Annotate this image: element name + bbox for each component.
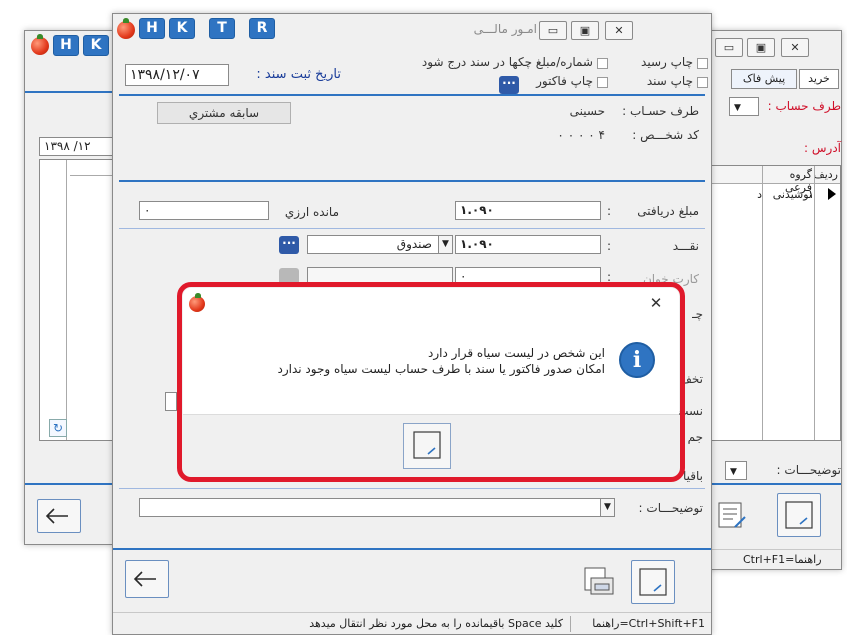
right-grid-row-group: نوشیدنی <box>772 188 812 201</box>
right-tab-purchase[interactable]: خرید <box>799 69 839 89</box>
separator-2 <box>119 180 705 182</box>
back-button[interactable] <box>125 560 169 598</box>
main-window-titlebar: H K T R امـور مالـــی ▭ ▣ ✕ <box>113 14 711 46</box>
separator-5 <box>113 548 711 550</box>
currency-remaining-field[interactable]: ۰ <box>139 201 269 220</box>
dialog-body: i این شخص در لیست سیاه قرار دارد امکان ص… <box>183 318 679 414</box>
left-back-button[interactable] <box>37 499 81 533</box>
back-arrow-icon <box>133 571 156 587</box>
main-close-button[interactable]: ✕ <box>605 21 633 40</box>
right-notes-combo[interactable]: ▼ <box>725 461 747 480</box>
print-receipt-checkbox[interactable] <box>697 58 708 69</box>
separator-1 <box>119 94 705 96</box>
right-window: ▭ ▣ ✕ خرید پیش فاک طرف حساب : ▼ آدرس : ر… <box>694 30 842 570</box>
customer-history-button[interactable]: سابقه مشتري <box>157 102 291 124</box>
dialog-titlebar: ✕ <box>183 288 679 318</box>
back-arrow-icon <box>45 508 68 524</box>
refresh-icon[interactable]: ↻ <box>49 419 67 437</box>
record-checks-label: شماره/مبلغ چکها در سند درج شود <box>421 55 593 69</box>
separator-3 <box>119 228 705 229</box>
app-logo-icon <box>31 34 49 55</box>
person-code-label: کد شخـــص : <box>632 128 699 142</box>
right-grid-row-extra: د <box>757 188 762 201</box>
right-minimize-button[interactable]: ▭ <box>715 38 743 57</box>
right-edit-icon[interactable] <box>713 497 751 535</box>
account-label: طرف حسـاب : <box>622 104 699 118</box>
left-k-button[interactable]: K <box>83 35 109 56</box>
right-notes-label: توضیحـــات : <box>776 463 841 477</box>
chevron-down-icon: ▼ <box>600 499 614 516</box>
main-h-button[interactable]: H <box>139 18 165 39</box>
dialog-footer <box>183 414 679 476</box>
date-field[interactable]: ۱۳۹۸/۱۲/۰۷ <box>125 64 229 86</box>
right-close-button[interactable]: ✕ <box>781 38 809 57</box>
right-address-label: آدرس : <box>804 141 841 155</box>
cash-box-options-button[interactable]: ··· <box>279 236 299 254</box>
print-invoice-label: چاپ فاکتور <box>536 74 593 88</box>
message-dialog: ✕ i این شخص در لیست سیاه قرار دارد امکان… <box>183 288 679 476</box>
printer-icon <box>584 567 614 595</box>
currency-remaining-label: مانده ارزي <box>284 205 339 219</box>
dialog-close-button[interactable]: ✕ <box>645 293 667 313</box>
person-code-value: ۴ ۰ ۰ ۰ ۰ <box>557 128 605 142</box>
right-grid-vline2 <box>762 166 763 440</box>
cash-label: نقـــد <box>672 239 699 253</box>
received-amount-label: مبلغ دریافتی <box>637 204 699 218</box>
app-logo-icon <box>117 18 135 39</box>
chevron-down-icon: ▼ <box>438 236 452 253</box>
left-grid-vline <box>66 160 67 440</box>
main-minimize-button[interactable]: ▭ <box>539 21 567 40</box>
right-confirm-button[interactable] <box>777 493 821 537</box>
right-status-bar: Ctrl+F1=راهنما <box>695 549 841 569</box>
notes-combo[interactable]: ▼ <box>139 498 615 517</box>
date-label: تاریخ ثبت سند : <box>256 67 341 82</box>
right-account-combo[interactable]: ▼ <box>729 97 759 116</box>
confirm-button[interactable] <box>631 560 675 604</box>
print-button[interactable] <box>579 560 619 600</box>
received-amount-colon: : <box>607 204 612 218</box>
main-status-bar: راهنما=Ctrl+Shift+F1 کلید Space باقیماند… <box>113 612 711 634</box>
right-grid-col-row: ردیف <box>813 168 838 181</box>
row-pointer-icon <box>828 188 836 200</box>
cash-box-value: صندوق <box>396 237 432 251</box>
main-window-title: امـور مالـــی <box>473 22 537 36</box>
right-tab-preinvoice[interactable]: پیش فاک <box>731 69 797 89</box>
right-grid-vline1 <box>814 166 815 440</box>
status-help-text: راهنما=Ctrl+Shift+F1 <box>592 617 705 630</box>
right-maximize-button[interactable]: ▣ <box>747 38 775 57</box>
status-hint-text: کلید Space باقیمانده را به محل مورد نظر … <box>309 617 563 630</box>
discount-partial-field[interactable] <box>165 392 177 411</box>
info-icon: i <box>619 342 655 378</box>
print-doc-label: چاپ سند <box>646 74 693 88</box>
account-value: حسینی <box>569 104 605 118</box>
dialog-ok-button[interactable] <box>403 423 451 469</box>
print-invoice-checkbox[interactable] <box>597 77 608 88</box>
status-divider <box>570 616 571 632</box>
invoice-options-button[interactable]: ··· <box>499 76 519 94</box>
received-amount-field[interactable]: ۱.۰۹۰ <box>455 201 601 220</box>
left-h-button[interactable]: H <box>53 35 79 56</box>
cash-colon: : <box>607 239 612 253</box>
confirm-check-icon <box>639 568 667 596</box>
right-grid: ردیف گروه فرعی ۱ نوشیدنی د <box>707 165 841 441</box>
main-k-button[interactable]: K <box>169 18 195 39</box>
confirm-check-icon <box>413 431 441 459</box>
record-checks-checkbox[interactable] <box>597 58 608 69</box>
main-t-button[interactable]: T <box>209 18 235 39</box>
app-logo-icon <box>189 293 205 312</box>
notes-label: توضیحـــات : <box>638 501 703 515</box>
cash-field[interactable]: ۱.۰۹۰ <box>455 235 601 254</box>
dialog-message-line1: این شخص در لیست سیاه قرار دارد <box>427 346 605 360</box>
separator-4 <box>119 488 705 489</box>
dialog-message-line2: امکان صدور فاکتور یا سند با طرف حساب لیس… <box>277 362 605 376</box>
main-maximize-button[interactable]: ▣ <box>571 21 599 40</box>
right-separator-bottom <box>695 483 841 485</box>
cash-box-combo[interactable]: صندوق ▼ <box>307 235 453 254</box>
main-r-button[interactable]: R <box>249 18 275 39</box>
print-doc-checkbox[interactable] <box>697 77 708 88</box>
right-account-label: طرف حساب : <box>767 99 841 113</box>
print-receipt-label: چاپ رسید <box>641 55 693 69</box>
confirm-check-icon <box>785 501 813 529</box>
